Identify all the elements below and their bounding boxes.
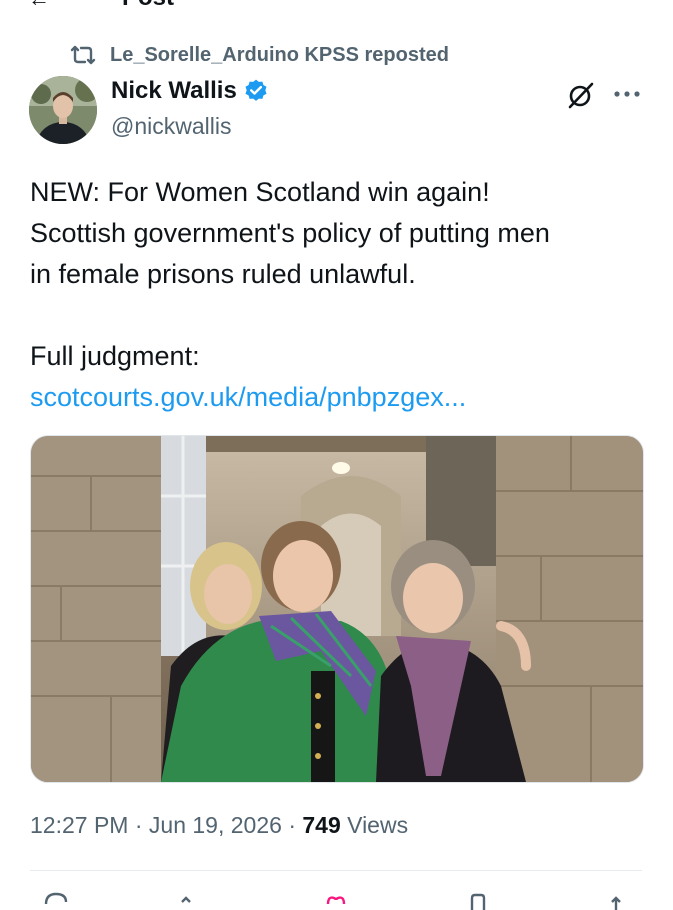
repost-indicator[interactable]: Le_Sorelle_Arduino KPSS reposted	[68, 42, 449, 68]
author-name[interactable]: Nick Wallis	[111, 77, 237, 105]
tweet-time[interactable]: 12:27 PM	[30, 812, 128, 838]
author-name-row[interactable]: Nick Wallis	[111, 77, 269, 105]
avatar-photo	[29, 76, 97, 144]
photo-three-women-colonnade	[31, 436, 643, 782]
tweet-date[interactable]: Jun 19, 2026	[149, 812, 282, 838]
views-count: 749	[302, 812, 341, 838]
separator: ·	[288, 812, 296, 838]
tweet-metadata: 12:27 PM · Jun 19, 2026 · 749 Views	[30, 812, 408, 839]
action-bar	[0, 890, 673, 910]
separator: ·	[134, 812, 143, 838]
avatar[interactable]	[29, 76, 97, 144]
tweet-image[interactable]	[30, 435, 644, 783]
bookmark-icon[interactable]	[464, 890, 492, 910]
views-label[interactable]: Views	[347, 812, 408, 838]
reply-icon[interactable]	[42, 890, 70, 910]
retweet-icon[interactable]	[178, 890, 206, 910]
author-handle[interactable]: @nickwallis	[111, 113, 231, 140]
verified-badge-icon	[245, 79, 267, 101]
top-bar: ← Post	[0, 0, 673, 11]
judgment-link[interactable]: scotcourts.gov.uk/media/pnbpzgex...	[30, 382, 466, 412]
page-title: Post	[122, 0, 174, 12]
tweet-line: in female prisons ruled unlawful.	[30, 259, 416, 289]
like-icon[interactable]	[322, 890, 350, 910]
tweet-line: Full judgment:	[30, 341, 200, 371]
tweet-line: Scottish government's policy of putting …	[30, 218, 550, 248]
repost-label: Le_Sorelle_Arduino KPSS reposted	[110, 43, 449, 66]
more-icon[interactable]	[612, 84, 642, 104]
repost-icon	[70, 45, 96, 65]
grok-icon[interactable]	[566, 80, 596, 110]
share-icon[interactable]	[602, 890, 630, 910]
back-arrow-icon[interactable]: ←	[28, 0, 50, 12]
tweet-line: NEW: For Women Scotland win again!	[30, 177, 490, 207]
divider	[30, 870, 642, 871]
tweet-text: NEW: For Women Scotland win again! Scott…	[30, 172, 650, 418]
